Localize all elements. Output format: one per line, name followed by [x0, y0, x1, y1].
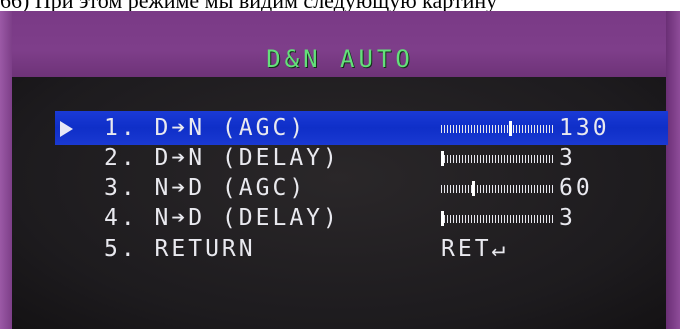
menu-item-value: 3: [559, 145, 576, 171]
slider-thumb[interactable]: [509, 121, 512, 136]
level-slider[interactable]: [441, 181, 555, 196]
menu-item-nd-delay[interactable]: 4. N➔D (DELAY) 3: [104, 204, 664, 232]
menu-item-label: 3. N➔D (AGC): [104, 175, 307, 201]
osd-title: D&N AUTO: [266, 45, 414, 73]
selection-cursor-icon: [60, 121, 73, 137]
menu-item-label: 1. D➔N (AGC): [104, 115, 307, 141]
slider-thumb[interactable]: [441, 211, 444, 226]
menu-item-dn-delay[interactable]: 2. D➔N (DELAY) 3: [104, 144, 664, 172]
menu-item-label: 5. RETURN: [104, 236, 256, 262]
menu-item-value: 60: [559, 175, 593, 201]
level-slider[interactable]: [441, 151, 555, 166]
menu-item-value: 130: [559, 115, 610, 141]
menu-item-return[interactable]: 5. RETURN RET↵: [104, 235, 664, 263]
level-slider[interactable]: [441, 211, 555, 226]
slider-thumb[interactable]: [441, 151, 444, 166]
menu-item-value: 3: [559, 205, 576, 231]
monitor-screen: D&N AUTO 1. D➔N (AGC) 130 2. D➔N (DELAY)…: [0, 11, 680, 329]
menu-item-label: 2. D➔N (DELAY): [104, 145, 340, 171]
return-value: RET↵: [441, 236, 509, 262]
menu-item-nd-agc[interactable]: 3. N➔D (AGC) 60: [104, 174, 664, 202]
level-slider[interactable]: [441, 121, 555, 136]
menu-item-dn-agc[interactable]: 1. D➔N (AGC) 130: [104, 114, 664, 142]
page: 66) При этом режиме мы видим следующую к…: [0, 0, 680, 329]
menu-item-label: 4. N➔D (DELAY): [104, 205, 340, 231]
slider-thumb[interactable]: [472, 181, 475, 196]
